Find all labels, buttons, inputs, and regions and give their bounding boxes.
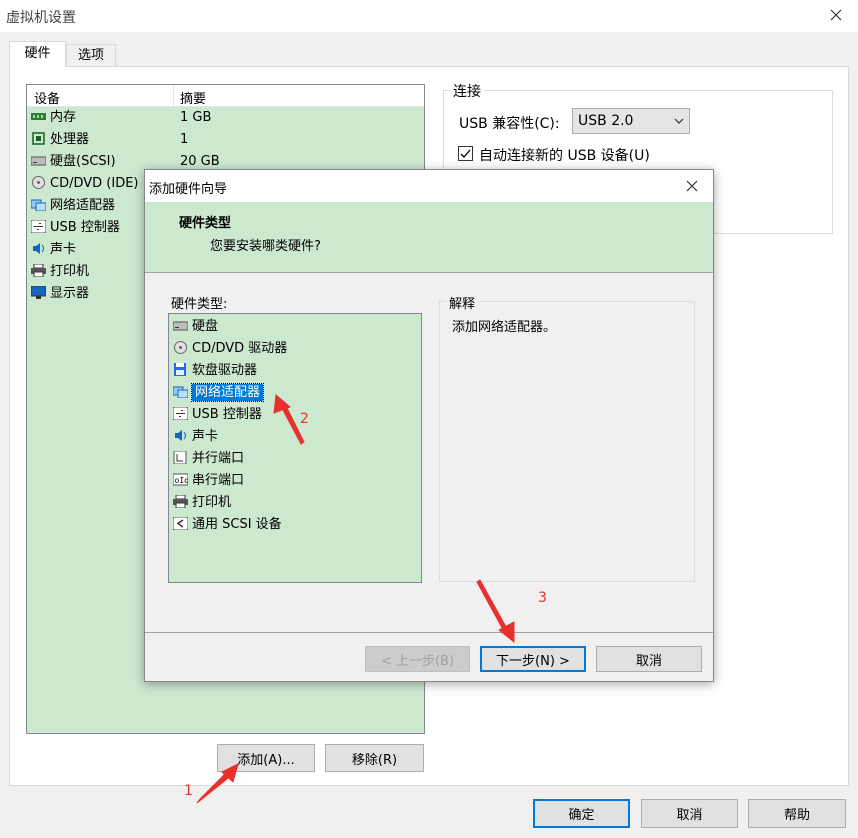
arrow-3-icon [476,579,511,633]
tab-hardware[interactable]: 硬件 [9,41,66,67]
annotation-label-1: 1 [184,783,193,799]
annotation-label-2: 2 [300,411,309,427]
annotation-arrows [196,394,515,804]
annotation-label-3: 3 [538,590,547,606]
